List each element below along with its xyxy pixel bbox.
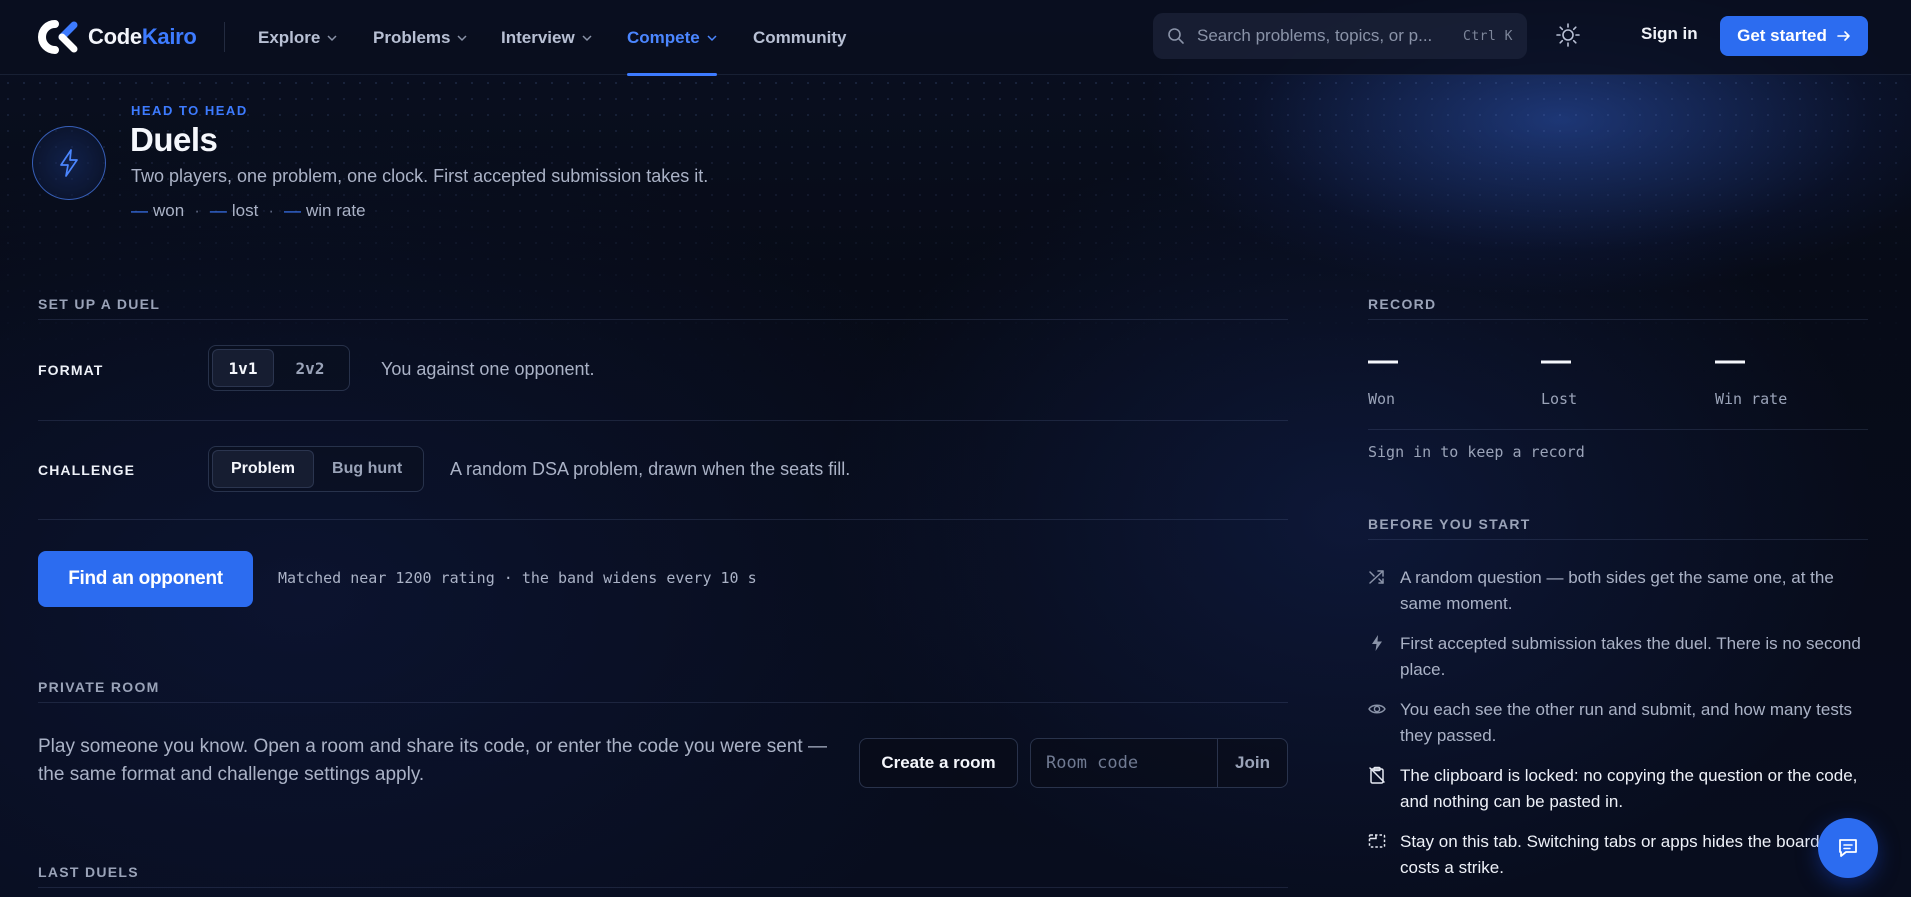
chevron-down-icon — [457, 34, 468, 41]
brand-name: CodeKairo — [88, 24, 197, 49]
sign-in-link[interactable]: Sign in — [1641, 24, 1698, 44]
logo-mark-icon — [38, 20, 78, 54]
rule-text: The clipboard is locked: no copying the … — [1400, 766, 1858, 811]
lost-value: — — [209, 201, 227, 220]
logo[interactable]: CodeKairo — [38, 20, 197, 54]
clipboard-off-icon — [1369, 766, 1385, 784]
record-won-value: — — [1368, 344, 1398, 377]
won-label: won — [153, 201, 185, 220]
challenge-label: CHALLENGE — [38, 462, 136, 478]
get-started-label: Get started — [1737, 26, 1827, 45]
matchmaking-note: Matched near 1200 rating · the band wide… — [278, 569, 757, 587]
rule-text: You each see the other run and submit, a… — [1400, 700, 1853, 745]
format-segmented-control: 1v1 2v2 — [208, 345, 350, 391]
chat-icon — [1839, 839, 1857, 857]
chevron-down-icon — [707, 34, 717, 41]
bolt-icon — [60, 149, 78, 177]
dot-pattern — [0, 75, 1911, 375]
find-opponent-button[interactable]: Find an opponent — [38, 551, 253, 607]
divider — [1368, 539, 1868, 540]
rule-stay-on-tab: Stay on this tab. Switching tabs or apps… — [1368, 829, 1868, 881]
nav-divider — [224, 22, 225, 52]
chat-button[interactable] — [1818, 818, 1878, 878]
tab-icon — [1368, 834, 1386, 848]
record-lost-label: Lost — [1541, 390, 1578, 408]
before-start-section-title: BEFORE YOU START — [1368, 516, 1531, 532]
shuffle-icon — [1369, 570, 1384, 584]
record-win-rate-value: — — [1715, 344, 1745, 377]
separator: · — [194, 201, 200, 220]
divider — [1368, 319, 1868, 320]
join-button[interactable]: Join — [1217, 739, 1287, 787]
challenge-option-problem[interactable]: Problem — [212, 450, 315, 488]
page-title: Duels — [130, 121, 218, 158]
format-description: You against one opponent. — [381, 359, 595, 379]
duel-bolt-badge — [32, 126, 106, 200]
separator: · — [268, 201, 274, 220]
chevron-down-icon — [582, 34, 592, 41]
search-input[interactable] — [1197, 26, 1464, 46]
header-stats: — won · — lost · — win rate — [131, 201, 366, 221]
nav-problems[interactable]: Problems — [373, 0, 468, 75]
format-label: FORMAT — [38, 362, 104, 378]
rule-visibility: You each see the other run and submit, a… — [1368, 697, 1868, 749]
nav-community[interactable]: Community — [753, 0, 847, 75]
eye-icon — [1368, 704, 1386, 714]
rule-text: Stay on this tab. Switching tabs or apps… — [1400, 832, 1853, 877]
top-nav: CodeKairo Explore Problems Interview Com… — [0, 0, 1911, 76]
nav-compete[interactable]: Compete — [627, 0, 717, 76]
chevron-down-icon — [327, 34, 337, 41]
last-duels-section-title: LAST DUELS — [38, 864, 139, 880]
private-room-section-title: PRIVATE ROOM — [38, 679, 160, 695]
record-lost: — Lost — [1541, 344, 1578, 409]
rule-text: First accepted submission takes the duel… — [1400, 634, 1861, 679]
nav-interview[interactable]: Interview — [501, 0, 592, 75]
divider — [38, 319, 1288, 320]
page-eyebrow: HEAD TO HEAD — [131, 103, 248, 118]
rule-text: A random question — both sides get the s… — [1400, 568, 1834, 613]
search-box[interactable]: Ctrl K — [1153, 13, 1527, 59]
record-section-title: RECORD — [1368, 296, 1437, 312]
divider — [38, 519, 1288, 520]
win-rate-value: — — [284, 201, 301, 220]
challenge-segmented-control: Problem Bug hunt — [208, 446, 425, 492]
private-room-description: Play someone you know. Open a room and s… — [38, 736, 827, 785]
challenge-option-bug-hunt[interactable]: Bug hunt — [314, 450, 420, 488]
format-option-2v2[interactable]: 2v2 — [274, 349, 346, 387]
won-value: — — [131, 201, 148, 220]
win-rate-label: win rate — [306, 201, 366, 220]
bolt-icon — [1372, 635, 1382, 651]
search-icon — [1168, 28, 1184, 44]
arrow-right-icon — [1837, 31, 1850, 41]
rule-first-accepted: First accepted submission takes the duel… — [1368, 631, 1868, 683]
record-win-rate-label: Win rate — [1715, 390, 1788, 408]
record-won-label: Won — [1368, 390, 1396, 408]
record-sign-in-note: Sign in to keep a record — [1368, 443, 1585, 461]
record-won: — Won — [1368, 344, 1398, 409]
room-code-group: Join — [1030, 738, 1288, 788]
nav-explore[interactable]: Explore — [258, 0, 337, 75]
lost-label: lost — [231, 201, 259, 220]
rule-random-question: A random question — both sides get the s… — [1368, 565, 1868, 617]
room-code-input[interactable] — [1031, 739, 1217, 787]
format-option-1v1[interactable]: 1v1 — [212, 349, 274, 387]
divider — [38, 420, 1288, 421]
search-shortcut: Ctrl K — [1463, 28, 1513, 44]
get-started-button[interactable]: Get started — [1720, 16, 1868, 56]
rule-clipboard-locked: The clipboard is locked: no copying the … — [1368, 763, 1868, 815]
divider — [38, 887, 1288, 888]
challenge-description: A random DSA problem, drawn when the sea… — [450, 459, 851, 479]
divider — [1368, 429, 1868, 430]
record-lost-value: — — [1541, 344, 1571, 377]
record-win-rate: — Win rate — [1715, 344, 1788, 409]
theme-toggle-sun-icon[interactable] — [1555, 22, 1581, 48]
create-room-button[interactable]: Create a room — [859, 738, 1018, 788]
setup-section-title: SET UP A DUEL — [38, 296, 161, 312]
page-subtitle: Two players, one problem, one clock. Fir… — [131, 166, 709, 186]
divider — [38, 702, 1288, 703]
